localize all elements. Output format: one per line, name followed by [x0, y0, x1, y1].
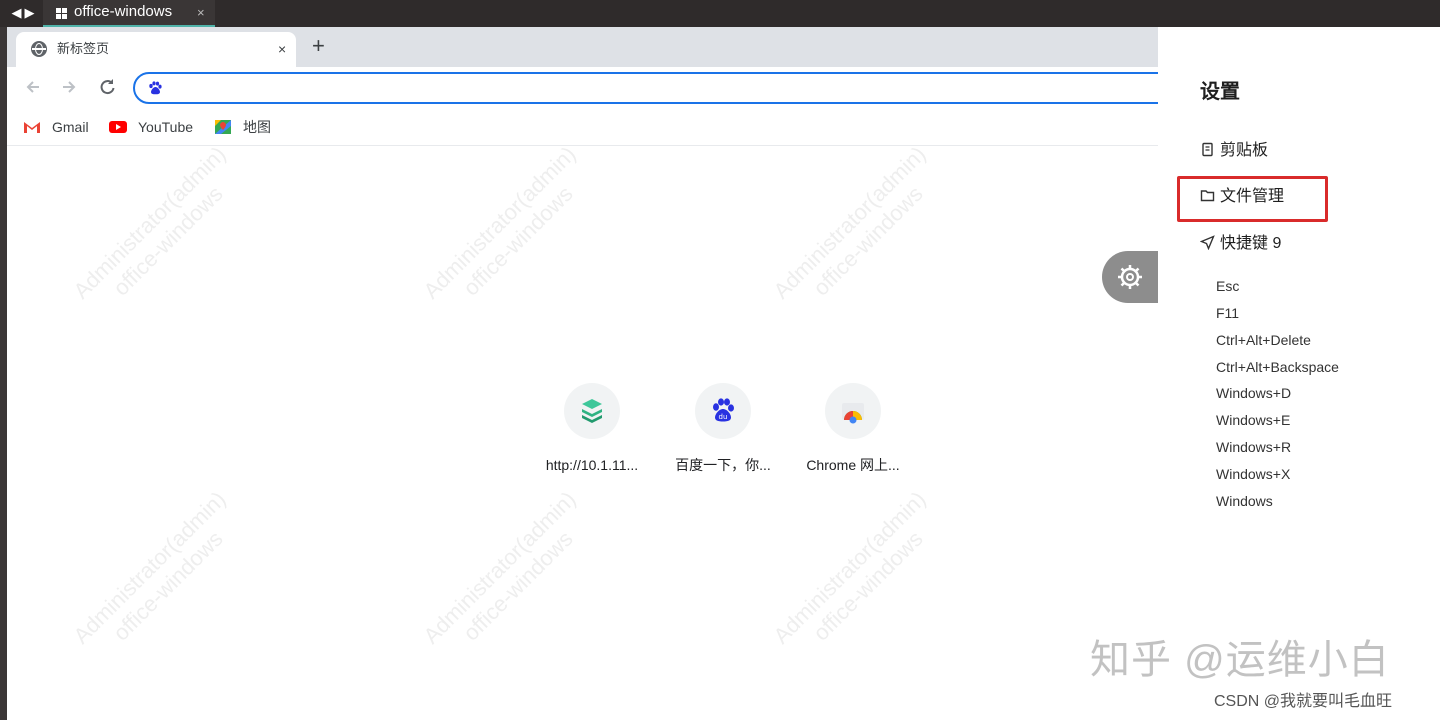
watermark: Administrator(admin) office-windows	[768, 141, 931, 304]
bookmark-youtube[interactable]: YouTube	[109, 117, 199, 137]
settings-panel: 设置 剪贴板 文件管理 快捷键 9 Esc F11 Ctrl+Alt+Delet…	[1158, 27, 1440, 720]
bookmarks-bar: Gmail YouTube 地图	[7, 111, 1158, 146]
key-item[interactable]: Windows+R	[1216, 438, 1291, 456]
shortcut-tile[interactable]: http://10.1.11...	[533, 383, 651, 473]
clipboard-icon	[1202, 142, 1213, 157]
shortcut-tile[interactable]: du 百度一下，你...	[664, 383, 782, 473]
reload-button[interactable]	[95, 77, 119, 101]
highlight-box	[1177, 176, 1328, 222]
remote-topbar: ◀ ▶ office-windows ×	[0, 0, 1440, 27]
forward-arrow-icon	[63, 81, 76, 93]
csdn-watermark: CSDN @我就要叫毛血旺	[1214, 693, 1393, 710]
baidu-icon: du	[713, 398, 734, 422]
tab-close-icon[interactable]: ×	[278, 40, 286, 58]
shortcut-icon-bg	[825, 383, 881, 439]
shortcuts-label: 快捷键 9	[1220, 235, 1282, 252]
clipboard-item[interactable]: 剪贴板	[1200, 140, 1268, 162]
bookmark-maps[interactable]: 地图	[214, 117, 284, 137]
remote-tab-close-icon[interactable]: ×	[197, 4, 205, 22]
left-arrow-icon[interactable]: ◀	[10, 4, 23, 22]
send-icon	[1200, 235, 1215, 250]
tab-new-tab[interactable]: 新标签页 ×	[16, 32, 296, 67]
key-item[interactable]: Windows+X	[1216, 465, 1290, 483]
shortcut-icon-bg	[564, 383, 620, 439]
shortcut-tile[interactable]: Chrome 网上...	[794, 383, 912, 473]
baidu-paw-icon	[149, 81, 162, 95]
key-item[interactable]: Windows+D	[1216, 384, 1291, 402]
back-button[interactable]	[21, 77, 45, 101]
stack-icon	[582, 399, 602, 423]
watermark: Administrator(admin) office-windows	[418, 141, 581, 304]
shortcut-label: 百度一下，你...	[675, 457, 771, 473]
new-tab-page: Administrator(admin) office-windows Admin…	[7, 141, 1158, 720]
watermark: Administrator(admin) office-windows	[68, 486, 231, 649]
watermark: Administrator(admin) office-windows	[768, 486, 931, 649]
bookmark-gmail[interactable]: Gmail	[23, 117, 103, 137]
youtube-icon	[109, 121, 127, 133]
globe-icon	[31, 41, 47, 57]
zhihu-watermark: 知乎 @运维小白	[1090, 638, 1390, 682]
back-arrow-icon	[26, 81, 39, 93]
key-item[interactable]: Esc	[1216, 277, 1239, 295]
bookmark-label: 地图	[243, 119, 271, 135]
windows-logo-icon	[56, 8, 67, 19]
key-item[interactable]: F11	[1216, 304, 1239, 322]
bookmark-label: YouTube	[138, 119, 194, 135]
clipboard-label: 剪贴板	[1220, 142, 1269, 159]
reload-icon	[100, 79, 115, 95]
bookmark-label: Gmail	[52, 119, 89, 135]
right-arrow-icon[interactable]: ▶	[23, 4, 36, 22]
forward-button[interactable]	[57, 77, 81, 101]
key-item[interactable]: Ctrl+Alt+Backspace	[1216, 358, 1339, 376]
address-bar[interactable]	[133, 72, 1158, 104]
new-tab-button[interactable]: +	[312, 34, 325, 58]
remote-tab-title: office-windows	[74, 3, 173, 20]
remote-nav-arrows[interactable]: ◀ ▶	[10, 4, 40, 22]
tab-strip: 新标签页 × +	[7, 27, 1158, 67]
shortcut-icon-bg: du	[695, 383, 751, 439]
maps-icon	[215, 120, 231, 134]
svg-text:du: du	[719, 413, 728, 421]
browser-window: 新标签页 × + Gmail YouTube 地图 Administrator(…	[7, 27, 1158, 720]
gmail-icon	[24, 122, 40, 133]
watermark: Administrator(admin) office-windows	[418, 486, 581, 649]
key-item[interactable]: Ctrl+Alt+Delete	[1216, 331, 1311, 349]
gear-icon	[1118, 265, 1142, 289]
browser-toolbar	[7, 67, 1158, 111]
settings-toggle-button[interactable]	[1102, 251, 1158, 303]
left-edge	[0, 27, 7, 720]
watermark: Administrator(admin) office-windows	[68, 141, 231, 304]
key-item[interactable]: Windows	[1216, 492, 1273, 510]
key-item[interactable]: Windows+E	[1216, 411, 1290, 429]
shortcuts-item[interactable]: 快捷键 9	[1200, 233, 1281, 255]
shortcut-label: http://10.1.11...	[545, 457, 639, 473]
shortcut-label: Chrome 网上...	[806, 457, 900, 473]
chrome-webstore-icon	[842, 403, 864, 424]
settings-title: 设置	[1200, 81, 1240, 103]
tab-title: 新标签页	[57, 41, 110, 56]
remote-session-tab[interactable]: office-windows ×	[43, 0, 215, 27]
